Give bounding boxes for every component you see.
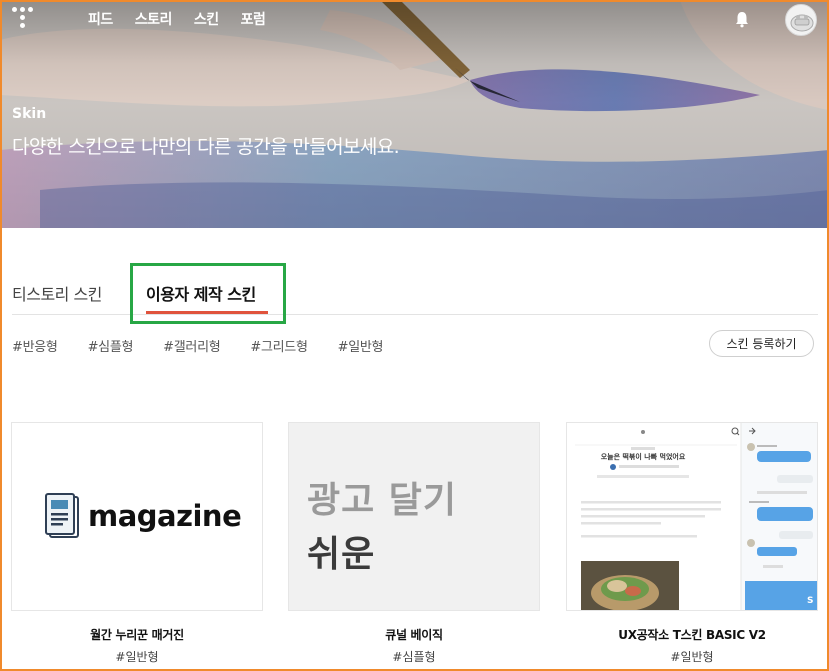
skin-thumbnail[interactable]: 광고 달기 쉬운 <box>288 422 540 611</box>
tistory-logo-icon[interactable] <box>12 7 36 31</box>
filter-simple[interactable]: #심플형 <box>88 336 134 355</box>
filter-tags: #반응형 #심플형 #갤러리형 #그리드형 #일반형 <box>12 336 384 355</box>
skin-name[interactable]: 큐널 베이직 <box>288 626 540 643</box>
skin-card[interactable]: 오늘은 떡볶이 나빠 먹었어요 S UX공작소 T스킨 BASIC V2 #일반… <box>566 422 818 664</box>
top-navigation: 피드 스토리 스킨 포럼 <box>0 0 829 40</box>
skin-tag[interactable]: #일반형 <box>11 648 263 665</box>
skin-card[interactable]: magazine 월간 누리꾼 매거진 #일반형 <box>11 422 263 664</box>
active-tab-underline <box>146 311 268 314</box>
magazine-icon <box>45 493 79 538</box>
magazine-logo: magazine <box>44 493 242 539</box>
magazine-wordmark: magazine <box>88 499 242 533</box>
filter-grid[interactable]: #그리드형 <box>250 336 308 355</box>
filter-gallery[interactable]: #갤러리형 <box>163 336 221 355</box>
avatar[interactable] <box>785 4 817 36</box>
hero-banner: 피드 스토리 스킨 포럼 Skin 다양한 스킨으로 나만의 다른 공간을 만들… <box>0 0 829 228</box>
skin-name[interactable]: UX공작소 T스킨 BASIC V2 <box>566 626 818 643</box>
skin-tag[interactable]: #일반형 <box>566 648 818 665</box>
nav-skin[interactable]: 스킨 <box>194 9 219 29</box>
nav-story[interactable]: 스토리 <box>135 9 173 29</box>
nav-links: 피드 스토리 스킨 포럼 <box>88 9 266 29</box>
nav-feed[interactable]: 피드 <box>88 9 113 29</box>
thumb-text-line2: 쉬운 <box>307 534 376 575</box>
skin-thumbnail[interactable]: 오늘은 떡볶이 나빠 먹었어요 S <box>566 422 818 611</box>
skin-tabs: 티스토리 스킨 이용자 제작 스킨 <box>12 263 818 315</box>
register-skin-button[interactable]: 스킨 등록하기 <box>709 330 814 357</box>
preview-badge: S <box>807 596 813 606</box>
hero-title: 다양한 스킨으로 나만의 다른 공간을 만들어보세요. <box>12 136 400 158</box>
skin-tag[interactable]: #심플형 <box>288 648 540 665</box>
filter-general[interactable]: #일반형 <box>338 336 384 355</box>
avatar-image <box>790 14 814 32</box>
filter-responsive[interactable]: #반응형 <box>12 336 58 355</box>
tab-user-made-skin[interactable]: 이용자 제작 스킨 <box>146 281 256 305</box>
thumb-text-line1: 광고 달기 <box>307 480 458 521</box>
blog-preview-image: 오늘은 떡볶이 나빠 먹었어요 S <box>567 423 817 610</box>
skin-card[interactable]: 광고 달기 쉬운 큐널 베이직 #심플형 <box>288 422 540 664</box>
skin-thumbnail[interactable]: magazine <box>11 422 263 611</box>
skin-name[interactable]: 월간 누리꾼 매거진 <box>11 626 263 643</box>
bell-icon[interactable] <box>733 10 751 28</box>
tab-tistory-skin[interactable]: 티스토리 스킨 <box>12 281 102 305</box>
nav-forum[interactable]: 포럼 <box>241 9 266 29</box>
preview-title: 오늘은 떡볶이 나빠 먹었어요 <box>601 452 686 461</box>
hero-label: Skin <box>12 106 47 122</box>
